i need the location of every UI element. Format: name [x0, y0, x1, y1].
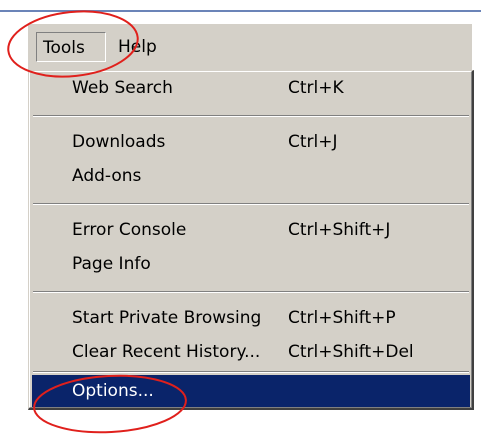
menu-item-web-search[interactable]: Web Search Ctrl+K — [32, 71, 470, 105]
menu-item-shortcut: Ctrl+J — [288, 132, 338, 152]
menu-item-label: Add-ons — [72, 166, 142, 186]
menu-item-label: Downloads — [72, 132, 166, 152]
menu-help[interactable]: Help — [112, 32, 163, 62]
menu-item-label: Error Console — [72, 220, 187, 240]
window-frame-line — [0, 10, 481, 12]
menu-item-label: Page Info — [72, 254, 151, 274]
menu-item-shortcut: Ctrl+K — [288, 78, 344, 98]
menu-tools[interactable]: Tools — [36, 32, 106, 62]
menu-item-options[interactable]: Options... — [32, 375, 470, 407]
menu-separator — [33, 371, 469, 373]
menu-help-label: Help — [118, 37, 157, 57]
menu-item-label: Start Private Browsing — [72, 308, 262, 328]
screenshot-stage: Tools Help Web Search Ctrl+K Downloads C… — [0, 0, 481, 439]
menu-separator — [33, 115, 469, 117]
menu-item-label: Clear Recent History... — [72, 342, 261, 362]
menu-item-start-private-browsing[interactable]: Start Private Browsing Ctrl+Shift+P — [32, 301, 470, 335]
menu-item-shortcut: Ctrl+Shift+P — [288, 308, 396, 328]
menu-item-label: Options... — [72, 381, 154, 401]
menu-item-page-info[interactable]: Page Info — [32, 247, 470, 281]
menu-item-shortcut: Ctrl+Shift+Del — [288, 342, 414, 362]
menu-bar: Tools Help — [28, 24, 472, 70]
tools-dropdown-menu: Web Search Ctrl+K Downloads Ctrl+J Add-o… — [28, 70, 474, 410]
menu-item-clear-recent-history[interactable]: Clear Recent History... Ctrl+Shift+Del — [32, 335, 470, 369]
menu-item-shortcut: Ctrl+Shift+J — [288, 220, 391, 240]
menu-item-downloads[interactable]: Downloads Ctrl+J — [32, 125, 470, 159]
menu-item-label: Web Search — [72, 78, 173, 98]
menu-separator — [33, 203, 469, 205]
menu-item-add-ons[interactable]: Add-ons — [32, 159, 470, 193]
menu-separator — [33, 291, 469, 293]
menu-tools-label: Tools — [43, 38, 85, 58]
menu-item-error-console[interactable]: Error Console Ctrl+Shift+J — [32, 213, 470, 247]
